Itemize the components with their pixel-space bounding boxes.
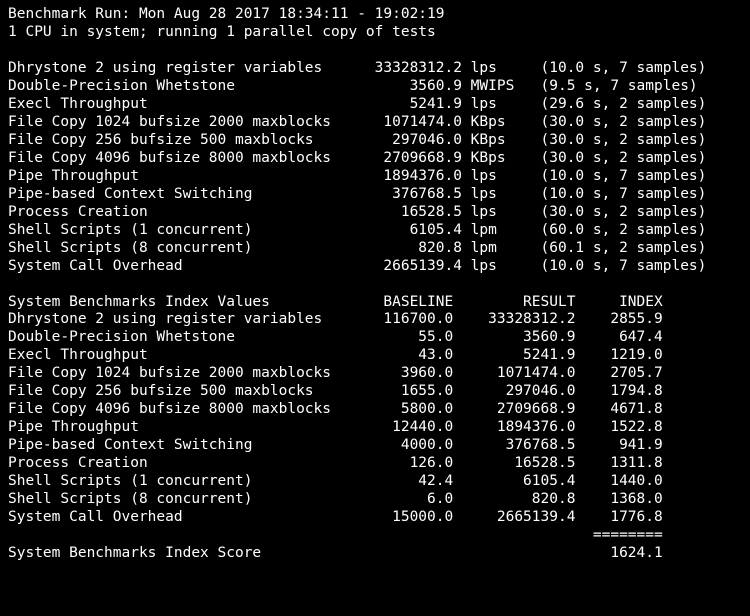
terminal-output: Benchmark Run: Mon Aug 28 2017 18:34:11 … <box>0 0 750 569</box>
